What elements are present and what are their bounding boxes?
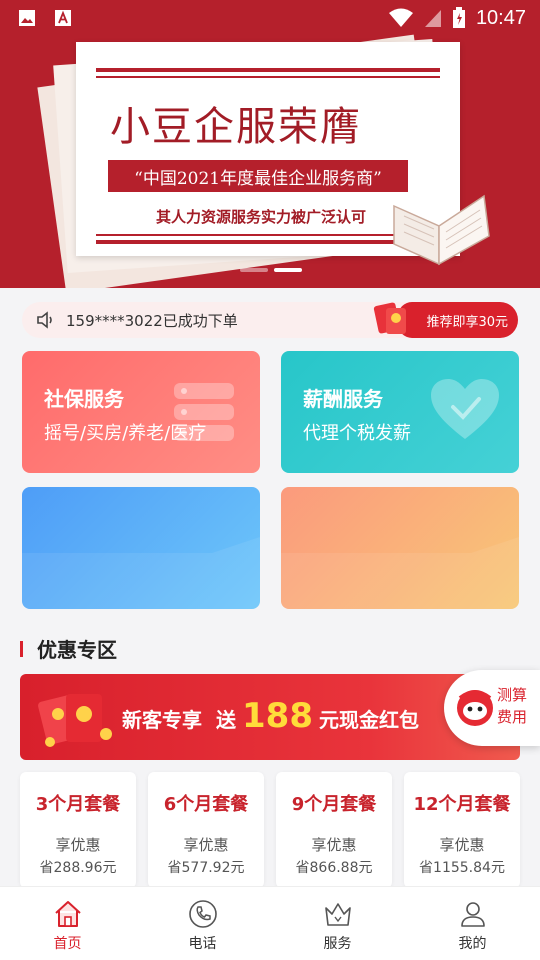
referral-promo-button[interactable]: 推荐即享30元	[398, 302, 518, 338]
referral-promo-label: 推荐即享30元	[426, 314, 508, 330]
nav-label: 服务	[323, 936, 352, 952]
status-time: 10:47	[475, 6, 526, 29]
card-title: 社保服务	[44, 387, 124, 411]
promo-amount: 188	[242, 696, 313, 736]
speaker-icon	[37, 311, 52, 329]
section-title-text: 优惠专区	[37, 638, 117, 662]
nav-profile[interactable]: 我的	[405, 887, 540, 960]
nav-service[interactable]: 服务	[270, 887, 405, 960]
red-envelope-icon	[373, 302, 406, 334]
nav-label: 首页	[53, 936, 82, 952]
crown-icon	[324, 903, 351, 926]
banner-ribbon: “中国2021年度最佳企业服务商”	[108, 160, 408, 192]
notice-text: 159****3022已成功下单	[66, 311, 238, 330]
nav-phone[interactable]: 电话	[135, 887, 270, 960]
package-saving: 省1155.84元	[419, 860, 505, 876]
card-decoration	[281, 537, 519, 609]
package-card-6-months[interactable]: 6个月套餐 享优惠 省577.92元	[148, 772, 264, 888]
package-card-12-months[interactable]: 12个月套餐 享优惠 省1155.84元	[404, 772, 520, 888]
promo-send: 送	[216, 708, 236, 732]
battery-icon	[452, 7, 465, 28]
profile-icon	[460, 902, 485, 927]
promo-suffix: 元现金红包	[318, 708, 419, 732]
package-discount-label: 享优惠	[55, 836, 101, 854]
carousel-dot-active[interactable]	[274, 268, 302, 272]
promo-prefix: 新客专享	[122, 708, 202, 732]
banner-title: 小豆企服荣膺	[110, 104, 362, 150]
carousel-dot[interactable]	[240, 268, 268, 272]
fee-calculator-button[interactable]: 测算费用	[444, 670, 540, 746]
card-title: 薪酬服务	[303, 387, 383, 411]
package-discount-label: 享优惠	[439, 836, 485, 854]
social-insurance-card[interactable]: 社保服务 摇号/买房/养老/医疗	[22, 351, 260, 473]
package-card-9-months[interactable]: 9个月套餐 享优惠 省866.88元	[276, 772, 392, 888]
hero-banner[interactable]: 小豆企服荣膺 “中国2021年度最佳企业服务商” 其人力资源服务实力被广泛认可	[0, 0, 540, 288]
section-accent-bar	[20, 640, 23, 657]
nav-label: 电话	[188, 936, 217, 952]
package-saving: 省866.88元	[295, 860, 373, 876]
package-discount-label: 享优惠	[183, 836, 229, 854]
open-book-icon	[393, 194, 490, 266]
package-discount-label: 享优惠	[311, 836, 357, 854]
wifi-icon	[388, 8, 413, 27]
package-saving: 省288.96元	[39, 860, 117, 876]
package-title: 12个月套餐	[413, 794, 511, 815]
banner-subtitle: 其人力资源服务实力被广泛认可	[155, 208, 366, 226]
package-title: 6个月套餐	[163, 794, 249, 815]
font-notification-icon	[55, 10, 71, 26]
image-notification-icon	[19, 10, 35, 26]
discount-section-title: 优惠专区	[20, 634, 117, 663]
signal-icon	[424, 10, 441, 27]
card-subtitle: 代理个税发薪	[303, 423, 411, 444]
nav-home[interactable]: 首页	[0, 887, 135, 960]
card-decoration	[22, 537, 260, 609]
package-title: 3个月套餐	[35, 794, 121, 815]
order-notice-bar[interactable]: 159****3022已成功下单 推荐即享30元	[22, 302, 518, 338]
server-stack-icon	[174, 383, 234, 441]
status-bar: 10:47	[0, 0, 540, 36]
package-title: 9个月套餐	[291, 794, 377, 815]
red-envelope-gift-icon	[38, 694, 112, 747]
carousel-indicator	[240, 268, 302, 272]
service-card-blue[interactable]	[22, 487, 260, 609]
home-icon	[54, 901, 81, 927]
promo-text: 新客专享 送 188 元现金红包	[122, 696, 419, 736]
package-card-3-months[interactable]: 3个月套餐 享优惠 省288.96元	[20, 772, 136, 888]
bottom-navigation: 首页 电话 服务 我的	[0, 886, 540, 960]
nav-label: 我的	[458, 936, 487, 952]
calculator-label: 测算费用	[496, 686, 527, 726]
salary-service-card[interactable]: 薪酬服务 代理个税发薪	[281, 351, 519, 473]
package-saving: 省577.92元	[167, 860, 245, 876]
phone-icon	[188, 900, 217, 928]
service-card-orange[interactable]	[281, 487, 519, 609]
heart-check-icon	[431, 379, 499, 439]
